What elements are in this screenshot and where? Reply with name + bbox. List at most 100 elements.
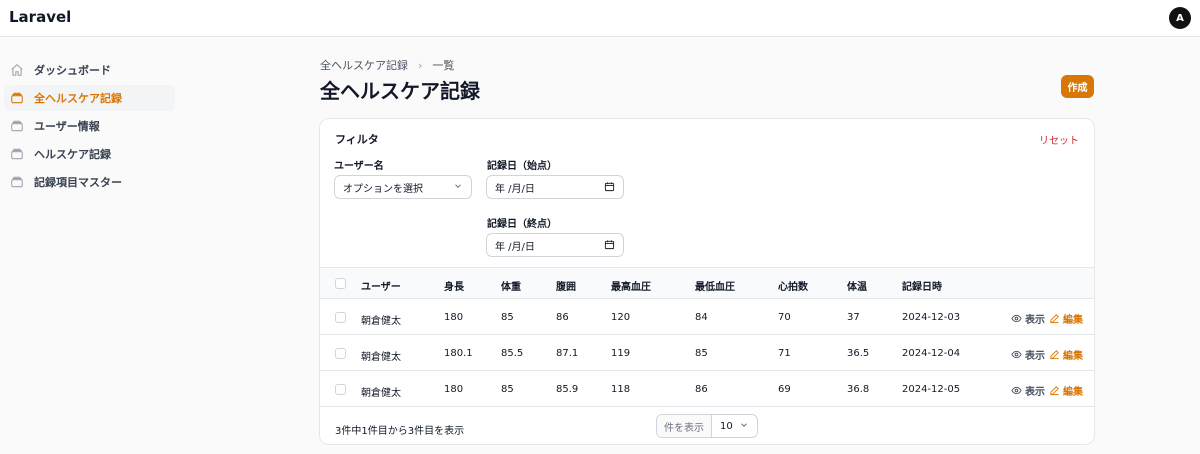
cell-height: 180.1 bbox=[444, 348, 473, 359]
avatar[interactable]: A bbox=[1169, 7, 1191, 29]
date-from-label: 記録日（始点） bbox=[487, 161, 557, 172]
sidebar-item-label: 全ヘルスケア記録 bbox=[34, 92, 122, 105]
row-checkbox[interactable] bbox=[335, 348, 346, 359]
cell-recorded-at: 2024-12-05 bbox=[902, 384, 961, 395]
column-header-weight[interactable]: 体重 bbox=[501, 278, 521, 293]
edit-label: 編集 bbox=[1063, 387, 1083, 398]
reset-filters-link[interactable]: リセット bbox=[1039, 132, 1079, 147]
cell-heart-rate: 71 bbox=[778, 348, 791, 359]
page-title: 全ヘルスケア記録 bbox=[320, 79, 480, 103]
edit-icon bbox=[1050, 386, 1059, 396]
view-action[interactable]: 表示 bbox=[1011, 347, 1045, 362]
sidebar-item-all-healthcare-records[interactable]: 全ヘルスケア記録 bbox=[4, 85, 175, 111]
sidebar-item-dashboard[interactable]: ダッシュボード bbox=[4, 57, 175, 83]
per-page-value: 10 bbox=[720, 420, 733, 432]
cell-heart-rate: 69 bbox=[778, 384, 791, 395]
cell-temperature: 37 bbox=[847, 312, 860, 323]
cell-waist: 86 bbox=[556, 312, 569, 323]
row-checkbox[interactable] bbox=[335, 312, 346, 323]
cell-systolic: 119 bbox=[611, 348, 631, 359]
cell-height: 180 bbox=[444, 384, 464, 395]
cell-systolic: 118 bbox=[611, 384, 631, 395]
user-filter-value: オプションを選択 bbox=[343, 183, 423, 195]
chevron-down-icon bbox=[739, 420, 749, 433]
column-header-height[interactable]: 身長 bbox=[444, 278, 464, 293]
stack-icon bbox=[9, 118, 25, 134]
cell-diastolic: 86 bbox=[695, 384, 708, 395]
column-header-temperature[interactable]: 体温 bbox=[847, 278, 867, 293]
view-label: 表示 bbox=[1025, 351, 1045, 362]
top-bar: Laravel A bbox=[0, 0, 1200, 37]
cell-temperature: 36.8 bbox=[847, 384, 870, 395]
sidebar-item-label: ユーザー情報 bbox=[34, 120, 100, 133]
table-header: ユーザー 身長 体重 腹囲 最高血圧 最低血圧 心拍数 体温 記録日時 bbox=[320, 267, 1094, 299]
cell-recorded-at: 2024-12-04 bbox=[902, 348, 961, 359]
cell-heart-rate: 70 bbox=[778, 312, 791, 323]
edit-action[interactable]: 編集 bbox=[1049, 383, 1083, 398]
cell-weight: 85 bbox=[501, 384, 514, 395]
user-filter-select[interactable]: オプションを選択 bbox=[334, 175, 472, 199]
cell-diastolic: 85 bbox=[695, 348, 708, 359]
date-to-input[interactable]: 年 /月/日 bbox=[486, 233, 624, 257]
cell-systolic: 120 bbox=[611, 312, 631, 323]
column-header-user[interactable]: ユーザー bbox=[361, 278, 401, 293]
cell-height: 180 bbox=[444, 312, 464, 323]
column-header-waist[interactable]: 腹囲 bbox=[556, 278, 576, 293]
date-to-value: 年 /月/日 bbox=[495, 241, 535, 253]
view-action[interactable]: 表示 bbox=[1011, 311, 1045, 326]
home-icon bbox=[9, 62, 25, 78]
table-row[interactable]: 朝倉健太 180.1 85.5 87.1 119 85 71 36.5 2024… bbox=[320, 335, 1094, 371]
sidebar-item-label: 記録項目マスター bbox=[34, 176, 122, 189]
breadcrumb-current: 一覧 bbox=[432, 59, 455, 72]
sidebar-item-healthcare-records[interactable]: ヘルスケア記録 bbox=[4, 141, 175, 167]
stack-icon bbox=[9, 90, 25, 106]
eye-icon bbox=[1011, 314, 1022, 323]
select-all-checkbox[interactable] bbox=[335, 278, 346, 289]
per-page-label: 件を表示 bbox=[657, 415, 712, 437]
cell-weight: 85 bbox=[501, 312, 514, 323]
filter-title: フィルタ bbox=[335, 133, 379, 146]
user-filter-label: ユーザー名 bbox=[334, 161, 384, 172]
sidebar-item-label: ダッシュボード bbox=[34, 64, 111, 77]
edit-icon bbox=[1050, 314, 1059, 324]
cell-user: 朝倉健太 bbox=[361, 388, 401, 399]
edit-label: 編集 bbox=[1063, 315, 1083, 326]
table-row[interactable]: 朝倉健太 180 85 86 120 84 70 37 2024-12-03 表… bbox=[320, 299, 1094, 335]
calendar-icon[interactable] bbox=[604, 181, 615, 195]
column-header-recorded-at[interactable]: 記録日時 bbox=[902, 278, 942, 293]
cell-user: 朝倉健太 bbox=[361, 316, 401, 327]
edit-action[interactable]: 編集 bbox=[1049, 347, 1083, 362]
cell-diastolic: 84 bbox=[695, 312, 708, 323]
calendar-icon[interactable] bbox=[604, 239, 615, 253]
edit-icon bbox=[1050, 350, 1059, 360]
sidebar-item-user-info[interactable]: ユーザー情報 bbox=[4, 113, 175, 139]
cell-recorded-at: 2024-12-03 bbox=[902, 312, 961, 323]
pagination-summary: 3件中1件目から3件目を表示 bbox=[335, 426, 465, 437]
breadcrumb: 全ヘルスケア記録 › 一覧 bbox=[320, 57, 454, 73]
cell-waist: 85.9 bbox=[556, 384, 579, 395]
sidebar-item-record-item-master[interactable]: 記録項目マスター bbox=[4, 169, 175, 195]
records-table-card: フィルタ リセット ユーザー名 オプションを選択 記録日（始点） 年 /月/日 … bbox=[319, 118, 1095, 445]
column-header-heart-rate[interactable]: 心拍数 bbox=[778, 278, 808, 293]
cell-user: 朝倉健太 bbox=[361, 352, 401, 363]
breadcrumb-link[interactable]: 全ヘルスケア記録 bbox=[320, 57, 408, 73]
brand-logo[interactable]: Laravel bbox=[9, 8, 71, 26]
table-row[interactable]: 朝倉健太 180 85 85.9 118 86 69 36.8 2024-12-… bbox=[320, 371, 1094, 407]
date-from-input[interactable]: 年 /月/日 bbox=[486, 175, 624, 199]
row-checkbox[interactable] bbox=[335, 384, 346, 395]
date-from-value: 年 /月/日 bbox=[495, 183, 535, 195]
per-page-select[interactable]: 件を表示 10 bbox=[656, 414, 758, 438]
view-label: 表示 bbox=[1025, 387, 1045, 398]
view-action[interactable]: 表示 bbox=[1011, 383, 1045, 398]
view-label: 表示 bbox=[1025, 315, 1045, 326]
stack-icon bbox=[9, 174, 25, 190]
column-header-diastolic[interactable]: 最低血圧 bbox=[695, 278, 735, 293]
cell-weight: 85.5 bbox=[501, 348, 524, 359]
create-button[interactable]: 作成 bbox=[1061, 75, 1094, 98]
chevron-down-icon bbox=[453, 181, 463, 194]
edit-action[interactable]: 編集 bbox=[1049, 311, 1083, 326]
cell-waist: 87.1 bbox=[556, 348, 579, 359]
column-header-systolic[interactable]: 最高血圧 bbox=[611, 278, 651, 293]
chevron-right-icon: › bbox=[418, 58, 423, 72]
stack-icon bbox=[9, 146, 25, 162]
